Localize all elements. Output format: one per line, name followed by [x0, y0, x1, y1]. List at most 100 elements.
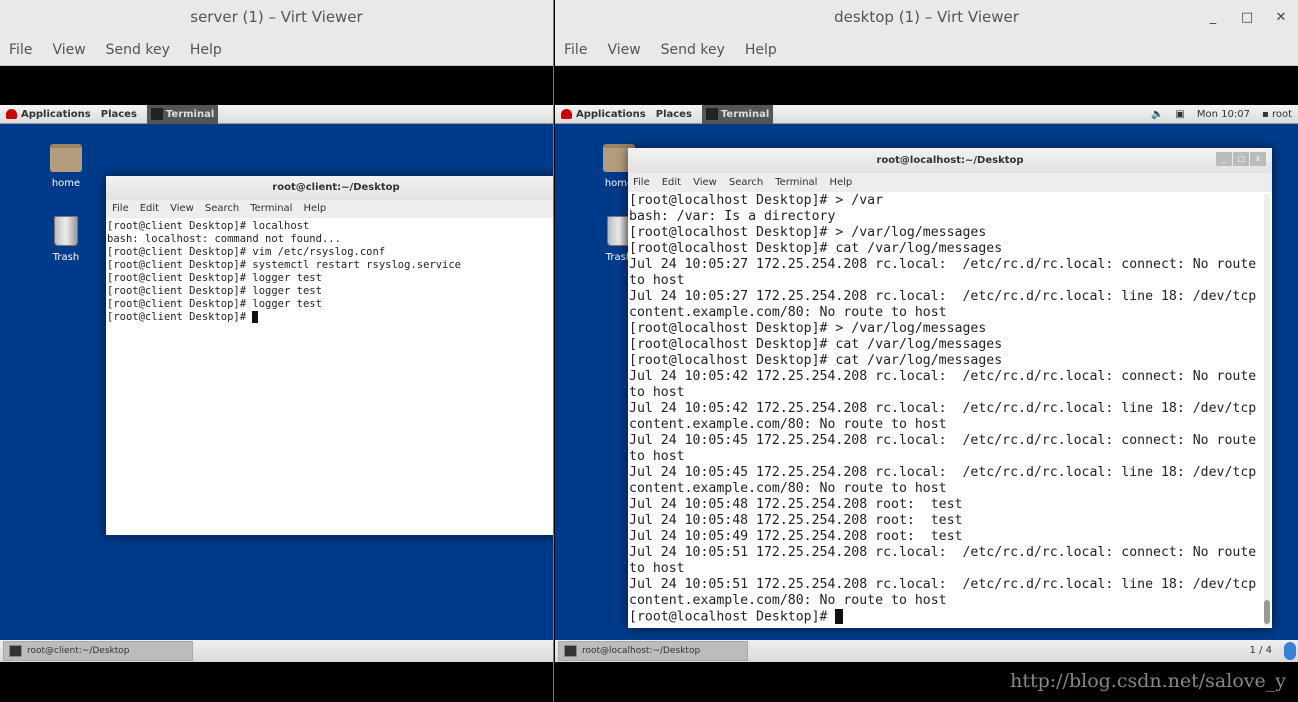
terminal-line: Jul 24 10:05:27 172.25.254.208 rc.local:…: [629, 257, 1257, 272]
terminal-line: Jul 24 10:05:42 172.25.254.208 rc.local:…: [629, 369, 1257, 384]
terminal-line: Jul 24 10:05:51 172.25.254.208 rc.local:…: [629, 577, 1257, 592]
terminal-line: content.example.com/80: No route to host: [629, 481, 947, 496]
terminal-line: Jul 24 10:05:45 172.25.254.208 rc.local:…: [629, 433, 1257, 448]
menu-help[interactable]: Help: [745, 35, 777, 65]
terminal-line: [root@localhost Desktop]# > /var/log/mes…: [629, 225, 987, 240]
terminal-output[interactable]: [root@localhost Desktop]# > /var bash: /v…: [628, 192, 1264, 626]
terminal-line: Jul 24 10:05:49 172.25.254.208 root: tes…: [629, 529, 963, 544]
terminal-line: [root@localhost Desktop]# cat /var/log/m…: [629, 337, 1003, 352]
terminal-line: Jul 24 10:05:45 172.25.254.208 rc.local:…: [629, 465, 1257, 480]
terminal-line: Jul 24 10:05:48 172.25.254.208 root: tes…: [629, 497, 963, 512]
menu-help[interactable]: Help: [190, 35, 222, 65]
clock[interactable]: Mon 10:07: [1197, 109, 1250, 120]
applications-menu[interactable]: Applications: [21, 109, 91, 120]
terminal-line: [root@localhost Desktop]# > /var: [629, 193, 884, 208]
menu-view[interactable]: View: [52, 35, 85, 65]
trash-icon: [54, 216, 78, 246]
notification-icon[interactable]: [1284, 642, 1296, 660]
terminal-label: Terminal: [720, 108, 770, 120]
menu-view[interactable]: View: [170, 200, 194, 218]
terminal-line: to host: [629, 385, 685, 400]
menu-send-key[interactable]: Send key: [661, 35, 725, 65]
terminal-title-text: root@localhost:~/Desktop: [876, 155, 1024, 166]
taskbar-item-terminal[interactable]: root@localhost:~/Desktop: [558, 641, 748, 661]
terminal-line: Jul 24 10:05:51 172.25.254.208 rc.local:…: [629, 545, 1257, 560]
terminal-icon: [9, 645, 22, 657]
terminal-line: [root@client Desktop]# systemctl restart…: [107, 259, 462, 271]
desktop-virt-viewer-window: desktop (1) – Virt Viewer _ □ ✕ File View …: [555, 0, 1298, 702]
terminal-line: bash: /var: Is a directory: [629, 209, 836, 224]
terminal-line: Jul 24 10:05:42 172.25.254.208 rc.local:…: [629, 401, 1257, 416]
terminal-line: Jul 24 10:05:27 172.25.254.208 rc.local:…: [629, 289, 1257, 304]
close-button[interactable]: ✕: [1264, 0, 1298, 35]
window-title: server (1) – Virt Viewer: [0, 0, 553, 35]
watermark: http://blog.csdn.net/salove_y: [1010, 670, 1286, 692]
gnome-top-bar: Applications Places Terminal 🔈 ▣ Mon 10:…: [555, 104, 1298, 124]
bottom-taskbar: root@localhost:~/Desktop 1 / 4: [555, 640, 1298, 662]
terminal-maximize-button[interactable]: □: [1233, 152, 1249, 166]
menu-search[interactable]: Search: [205, 200, 239, 218]
menu-help[interactable]: Help: [303, 200, 326, 218]
terminal-line: [root@client Desktop]# logger test: [107, 272, 322, 284]
terminal-output[interactable]: [root@client Desktop]# localhost bash: lo…: [106, 218, 553, 326]
user-icon: ▪: [1261, 108, 1269, 120]
desktop-icon-trash[interactable]: Trash: [41, 216, 91, 263]
terminal-line: to host: [629, 449, 685, 464]
taskbar-item-terminal[interactable]: root@client:~/Desktop: [3, 641, 193, 661]
user-label: root: [1271, 108, 1292, 120]
volume-icon[interactable]: 🔈: [1151, 109, 1163, 120]
network-icon[interactable]: ▣: [1175, 109, 1184, 120]
menu-terminal[interactable]: Terminal: [250, 200, 292, 218]
menu-view[interactable]: View: [607, 35, 640, 65]
menu-view[interactable]: View: [693, 173, 717, 192]
desktop-icon-home[interactable]: home: [41, 144, 91, 189]
workspace-indicator[interactable]: 1 / 4: [1250, 645, 1272, 656]
terminal-line: [root@localhost Desktop]# cat /var/log/m…: [629, 241, 1003, 256]
places-menu[interactable]: Places: [656, 109, 692, 120]
terminal-line: content.example.com/80: No route to host: [629, 417, 947, 432]
cursor: [835, 609, 844, 624]
terminal-line: to host: [629, 273, 685, 288]
terminal-scrollbar[interactable]: [1264, 194, 1270, 626]
places-menu[interactable]: Places: [101, 109, 137, 120]
terminal-minimize-button[interactable]: _: [1216, 152, 1232, 166]
minimize-button[interactable]: _: [1196, 0, 1230, 35]
terminal-line: [root@client Desktop]# localhost: [107, 220, 310, 232]
terminal-line: [root@localhost Desktop]# > /var/log/mes…: [629, 321, 987, 336]
icon-label: Trash: [52, 252, 80, 263]
terminal-close-button[interactable]: x: [1250, 152, 1266, 166]
terminal-line: [root@client Desktop]# vim /etc/rsyslog.…: [107, 246, 386, 258]
terminal-label: Terminal: [165, 108, 215, 120]
terminal-line: [root@client Desktop]# logger test: [107, 285, 322, 297]
menu-edit[interactable]: Edit: [140, 200, 159, 218]
terminal-icon: [150, 108, 163, 120]
menu-file[interactable]: File: [564, 35, 587, 65]
menu-send-key[interactable]: Send key: [106, 35, 170, 65]
terminal-line: [root@client Desktop]# logger test: [107, 298, 322, 310]
menu-file[interactable]: File: [9, 35, 32, 65]
folder-icon: [50, 144, 82, 172]
user-menu[interactable]: ▪ root: [1262, 109, 1292, 120]
terminal-icon: [564, 645, 577, 657]
menu-file[interactable]: File: [112, 200, 129, 218]
maximize-button[interactable]: □: [1230, 0, 1264, 35]
desktop: home Trash root@localhost:~/Desktop _ □ …: [555, 124, 1298, 640]
desktop: home Trash root@client:~/Desktop File Ed…: [0, 124, 553, 640]
menu-file[interactable]: File: [633, 173, 650, 192]
terminal-prompt-line: [root@client Desktop]#: [107, 311, 553, 324]
menu-terminal[interactable]: Terminal: [775, 173, 817, 192]
redhat-logo-icon: [561, 109, 572, 119]
taskbar-label: root@client:~/Desktop: [27, 646, 130, 656]
terminal-app-menu[interactable]: Terminal: [701, 104, 774, 124]
terminal-app-menu[interactable]: Terminal: [146, 104, 219, 124]
cursor: [252, 311, 259, 323]
terminal-menubar: File Edit View Search Terminal Help: [628, 173, 1272, 192]
menu-search[interactable]: Search: [729, 173, 763, 192]
viewer-menubar: File View Send key Help: [555, 35, 1298, 66]
applications-menu[interactable]: Applications: [576, 109, 646, 120]
terminal-window: root@localhost:~/Desktop _ □ x File Edit…: [628, 148, 1272, 628]
menu-help[interactable]: Help: [829, 173, 852, 192]
menu-edit[interactable]: Edit: [662, 173, 681, 192]
terminal-line: Jul 24 10:05:48 172.25.254.208 root: tes…: [629, 513, 963, 528]
terminal-line: [root@localhost Desktop]# cat /var/log/m…: [629, 353, 1003, 368]
